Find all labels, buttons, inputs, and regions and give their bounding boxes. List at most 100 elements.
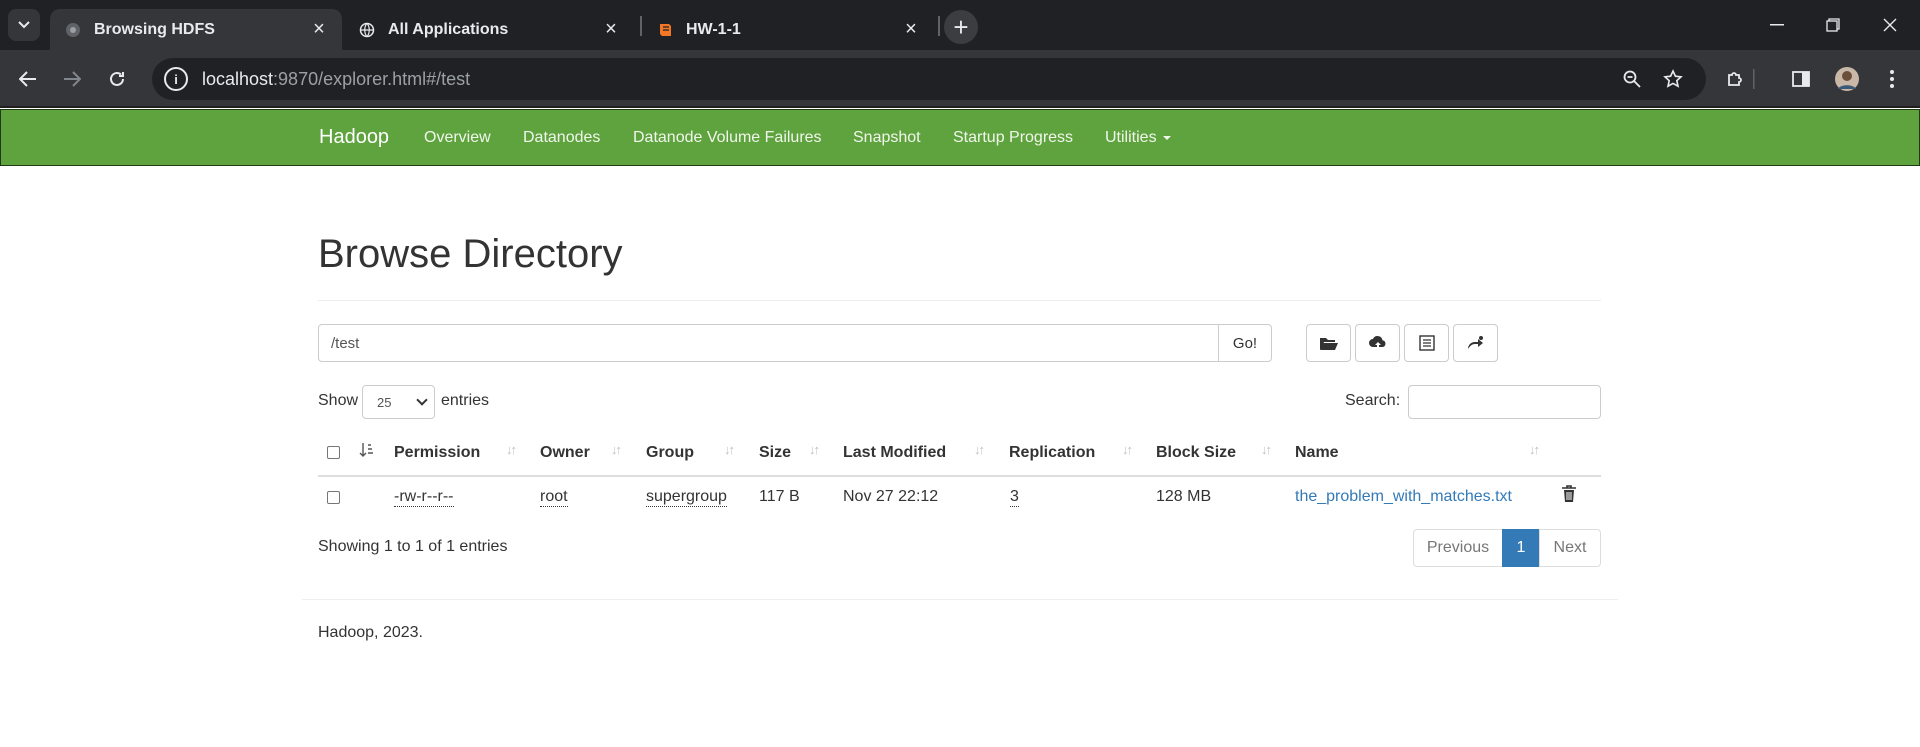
column-header-block-size[interactable]: Block Size xyxy=(1156,444,1236,462)
browser-toolbar: i localhost:9870/explorer.html#/test xyxy=(0,50,1920,108)
sort-icon[interactable]: ↓↑ xyxy=(724,442,735,457)
select-all-checkbox[interactable] xyxy=(327,446,340,459)
tab-title: Browsing HDFS xyxy=(94,20,215,38)
trash-icon[interactable] xyxy=(1561,485,1577,508)
cell-owner[interactable]: root xyxy=(540,488,568,507)
cell-replication[interactable]: 3 xyxy=(1010,488,1019,507)
cell-group[interactable]: supergroup xyxy=(646,488,727,507)
pagination-next[interactable]: Next xyxy=(1539,529,1601,567)
column-header-size[interactable]: Size xyxy=(759,444,791,462)
cloud-upload-icon xyxy=(1368,336,1385,350)
tab-search-button[interactable] xyxy=(8,9,40,41)
extensions-button[interactable] xyxy=(1719,63,1751,95)
tab-title: All Applications xyxy=(388,20,509,38)
tab-separator xyxy=(938,16,940,36)
profile-avatar[interactable] xyxy=(1831,63,1863,95)
side-panel-icon xyxy=(1792,71,1810,87)
cell-size: 117 B xyxy=(759,488,800,505)
column-header-last-modified[interactable]: Last Modified xyxy=(843,444,946,462)
bookmark-star-icon[interactable] xyxy=(1661,67,1685,91)
column-header-group[interactable]: Group xyxy=(646,444,694,462)
sort-icon[interactable]: ↓↑ xyxy=(506,442,517,457)
cut-paste-icon xyxy=(1467,336,1483,349)
chevron-down-icon xyxy=(18,21,30,29)
go-button[interactable]: Go! xyxy=(1218,324,1272,362)
cell-block-size: 128 MB xyxy=(1156,488,1212,505)
arrow-right-icon xyxy=(64,71,81,87)
reload-icon xyxy=(110,71,124,86)
minimize-icon[interactable] xyxy=(1762,10,1792,40)
list-icon xyxy=(1418,335,1435,351)
directory-path-input[interactable]: /test xyxy=(318,324,1219,362)
title-divider xyxy=(318,300,1601,301)
nav-datanode-volume-failures[interactable]: Datanode Volume Failures xyxy=(633,129,822,147)
tab-all-applications[interactable]: All Applications × xyxy=(344,9,634,50)
page-title: Browse Directory xyxy=(318,232,623,276)
sort-icon[interactable]: ↓↑ xyxy=(1529,442,1540,457)
list-view-button[interactable] xyxy=(1404,324,1449,362)
sort-icon[interactable]: ↓↑ xyxy=(1122,442,1133,457)
nav-startup-progress[interactable]: Startup Progress xyxy=(953,129,1073,147)
row-checkbox[interactable] xyxy=(327,491,340,504)
column-header-name[interactable]: Name xyxy=(1295,444,1339,462)
address-bar[interactable]: i localhost:9870/explorer.html#/test xyxy=(152,58,1706,100)
sort-icon[interactable]: ↓↑ xyxy=(809,442,820,457)
show-label: Show xyxy=(318,392,359,409)
kebab-menu-icon xyxy=(1890,70,1894,88)
hadoop-navbar: Hadoop Overview Datanodes Datanode Volum… xyxy=(0,109,1920,166)
forward-button[interactable] xyxy=(56,63,88,95)
table-info: Showing 1 to 1 of 1 entries xyxy=(318,538,508,555)
restore-icon[interactable] xyxy=(1818,10,1848,40)
browser-tab-bar: Browsing HDFS × All Applications × HW-1-… xyxy=(0,0,1920,50)
create-directory-button[interactable] xyxy=(1306,324,1351,362)
navbar-brand[interactable]: Hadoop xyxy=(319,126,389,149)
sort-icon[interactable]: ↓↑ xyxy=(974,442,985,457)
url-text: localhost:9870/explorer.html#/test xyxy=(202,68,471,89)
page-length-select[interactable]: 25 xyxy=(362,385,435,419)
cell-permission[interactable]: -rw-r--r-- xyxy=(394,488,454,507)
nav-overview[interactable]: Overview xyxy=(424,129,491,147)
reload-button[interactable] xyxy=(101,63,133,95)
arrow-left-icon xyxy=(19,71,36,87)
close-tab-icon[interactable]: × xyxy=(310,19,328,39)
upload-files-button[interactable] xyxy=(1355,324,1400,362)
sort-icon[interactable]: ↓↑ xyxy=(1261,442,1272,457)
column-header-owner[interactable]: Owner xyxy=(540,444,590,462)
new-tab-button[interactable]: + xyxy=(944,10,978,44)
tab-hw-1-1[interactable]: HW-1-1 × xyxy=(642,9,934,50)
folder-open-icon xyxy=(1319,338,1338,350)
tab-title: HW-1-1 xyxy=(686,20,741,38)
browser-menu-button[interactable] xyxy=(1876,63,1908,95)
toolbar-divider xyxy=(1752,63,1756,95)
sort-icon[interactable]: ↓↑ xyxy=(611,442,622,457)
column-header-permission[interactable]: Permission xyxy=(394,444,480,462)
close-tab-icon[interactable]: × xyxy=(902,19,920,39)
nav-utilities[interactable]: Utilities xyxy=(1105,129,1171,147)
notebook-icon xyxy=(656,21,674,39)
nav-datanodes[interactable]: Datanodes xyxy=(523,129,600,147)
nav-snapshot[interactable]: Snapshot xyxy=(853,129,921,147)
table-search-input[interactable] xyxy=(1408,385,1601,419)
zoom-icon[interactable] xyxy=(1620,67,1644,91)
search-label: Search: xyxy=(1345,392,1401,409)
close-window-icon[interactable] xyxy=(1875,10,1905,40)
puzzle-icon xyxy=(1728,72,1742,86)
entries-label: entries xyxy=(441,392,490,409)
globe-icon xyxy=(358,21,376,39)
close-tab-icon[interactable]: × xyxy=(602,19,620,39)
cell-name-link[interactable]: the_problem_with_matches.txt xyxy=(1295,488,1512,506)
back-button[interactable] xyxy=(12,63,44,95)
cut-paste-button[interactable] xyxy=(1453,324,1498,362)
cell-last-modified: Nov 27 22:12 xyxy=(843,488,939,505)
chevron-down-icon xyxy=(416,394,428,406)
side-panel-button[interactable] xyxy=(1785,63,1817,95)
pagination-previous[interactable]: Previous xyxy=(1413,529,1503,567)
pagination-page-1[interactable]: 1 xyxy=(1502,529,1540,567)
table-header-divider xyxy=(318,475,1601,477)
sort-icon[interactable] xyxy=(359,442,375,461)
site-info-icon[interactable]: i xyxy=(164,67,188,91)
page-length-value: 25 xyxy=(377,394,392,410)
caret-down-icon xyxy=(1162,135,1171,140)
tab-browsing-hdfs[interactable]: Browsing HDFS × xyxy=(50,9,342,50)
column-header-replication[interactable]: Replication xyxy=(1009,444,1095,462)
